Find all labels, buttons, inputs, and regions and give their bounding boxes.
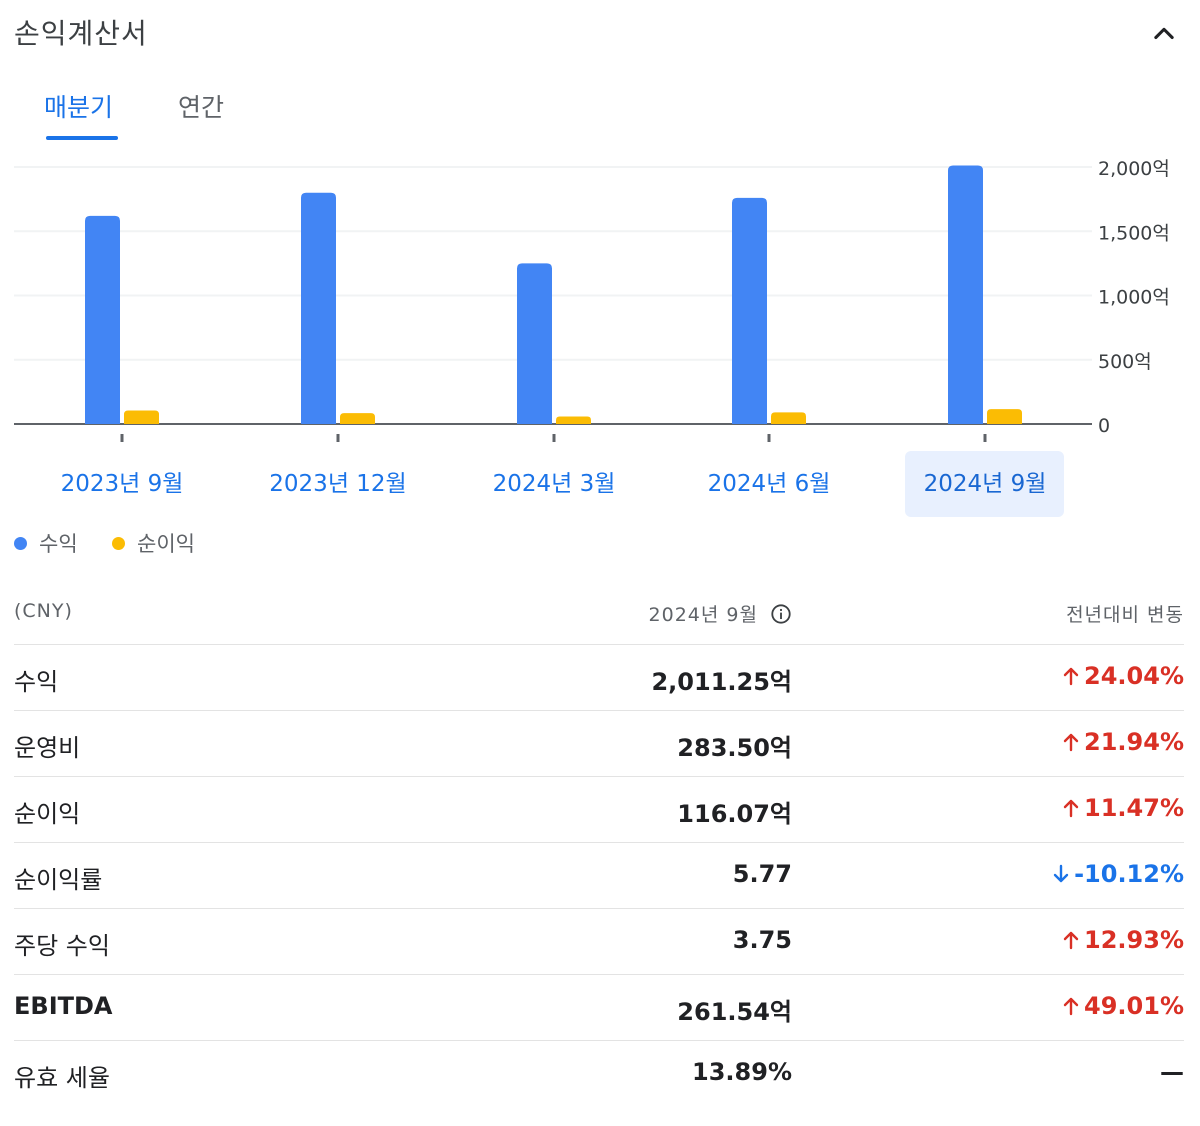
row-value: 261.54억 [677,998,792,1026]
x-category-label[interactable]: 2024년 9월 [924,471,1047,497]
info-icon[interactable] [770,603,792,625]
chevron-up-icon[interactable] [1150,20,1178,48]
row-label: 주당 수익 [14,932,110,960]
change-value: 12.93% [1084,926,1184,954]
row-value: 3.75 [732,926,792,954]
net-income-bar[interactable] [771,412,806,424]
x-tick-mark [767,434,771,442]
row-value: 5.77 [732,860,792,888]
period-label: 2024년 9월 [648,604,758,626]
row-change: 21.94% [1062,728,1184,756]
arrow-up-icon [1063,733,1079,752]
arrow-up-icon [1063,667,1079,686]
table-header: (CNY) 2024년 9월 전년대비 변동 [14,588,1184,645]
table-row: 순이익률 5.77 -10.12% [14,843,1184,909]
arrow-up-icon [1063,931,1079,950]
change-value: — [1160,1058,1184,1086]
x-category-label[interactable]: 2023년 9월 [61,471,184,497]
yoy-change-header: 전년대비 변동 [1066,604,1184,626]
period-header: 2024년 9월 [649,600,792,627]
change-value: 21.94% [1084,728,1184,756]
y-tick-label: 1,500억 [1098,222,1170,244]
row-label: 유효 세율 [14,1064,110,1092]
arrow-down-icon [1053,864,1069,883]
net-income-bar[interactable] [124,410,159,424]
revenue-bar[interactable] [517,263,552,424]
x-tick-mark [120,434,124,442]
row-label: EBITDA [14,992,113,1020]
change-value: -10.12% [1074,860,1184,888]
table-row: EBITDA 261.54억 49.01% [14,975,1184,1041]
change-value: 11.47% [1084,794,1184,822]
x-tick-mark [983,434,987,442]
legend-label-revenue: 수익 [39,532,78,556]
section-title: 손익계산서 [14,17,148,50]
table-row: 주당 수익 3.75 12.93% [14,909,1184,975]
arrow-up-icon [1063,997,1079,1016]
row-label: 순이익 [14,800,81,828]
net-income-bar[interactable] [987,409,1022,424]
x-category-label[interactable]: 2024년 3월 [493,471,616,497]
income-bar-chart: 0 500억 1,000억 1,500억 2,000억 2023년 9월 2023년 12… [14,158,1170,517]
row-change: 12.93% [1062,926,1184,954]
x-category-label[interactable]: 2024년 6월 [708,471,831,497]
table-row: 운영비 283.50억 21.94% [14,711,1184,777]
income-statement-table: (CNY) 2024년 9월 전년대비 변동 수익 2,011.25억 24.04%… [14,588,1184,1106]
revenue-bar[interactable] [732,197,767,424]
row-value: 2,011.25억 [651,668,792,696]
y-tick-label: 2,000억 [1098,158,1170,180]
row-label: 운영비 [14,734,81,762]
row-value: 116.07억 [677,800,792,828]
row-label: 순이익률 [14,866,103,894]
row-change: 24.04% [1062,662,1184,690]
legend-label-net-income: 순이익 [137,532,195,556]
table-row: 유효 세율 13.89% — [14,1041,1184,1106]
row-change: — [1160,1058,1184,1086]
row-value: 283.50억 [677,734,792,762]
x-tick-mark [336,434,340,442]
change-value: 24.04% [1084,662,1184,690]
net-income-dot-icon [112,536,125,550]
row-value: 13.89% [692,1058,792,1086]
table-row: 수익 2,011.25억 24.04% [14,645,1184,711]
arrow-up-icon [1063,799,1079,818]
row-change: 11.47% [1062,794,1184,822]
y-tick-label: 500억 [1098,351,1152,373]
active-tab-indicator [46,136,118,140]
section-header: 손익계산서 [14,10,1186,54]
revenue-bar[interactable] [85,215,120,424]
y-tick-label: 1,000억 [1098,287,1170,309]
table-body: 수익 2,011.25억 24.04% 운영비 283.50억 21.94% 순이익 116.… [14,645,1184,1106]
legend-item-net-income: 순이익 [112,528,195,558]
row-change: 49.01% [1062,992,1184,1020]
tab-quarterly[interactable]: 매분기 [44,88,113,124]
row-label: 수익 [14,668,59,696]
currency-label: (CNY) [14,600,73,622]
tab-annual[interactable]: 연간 [178,88,224,124]
revenue-dot-icon [14,536,27,550]
net-income-bar[interactable] [340,413,375,424]
x-tick-mark [552,434,556,442]
change-value: 49.01% [1084,992,1184,1020]
table-row: 순이익 116.07억 11.47% [14,777,1184,843]
x-category-label[interactable]: 2023년 12월 [269,471,406,497]
revenue-bar[interactable] [301,192,336,424]
net-income-bar[interactable] [556,416,591,424]
row-change: -10.12% [1052,860,1184,888]
y-tick-label: 0 [1098,415,1110,437]
legend-item-revenue: 수익 [14,528,78,558]
revenue-bar[interactable] [948,165,983,424]
